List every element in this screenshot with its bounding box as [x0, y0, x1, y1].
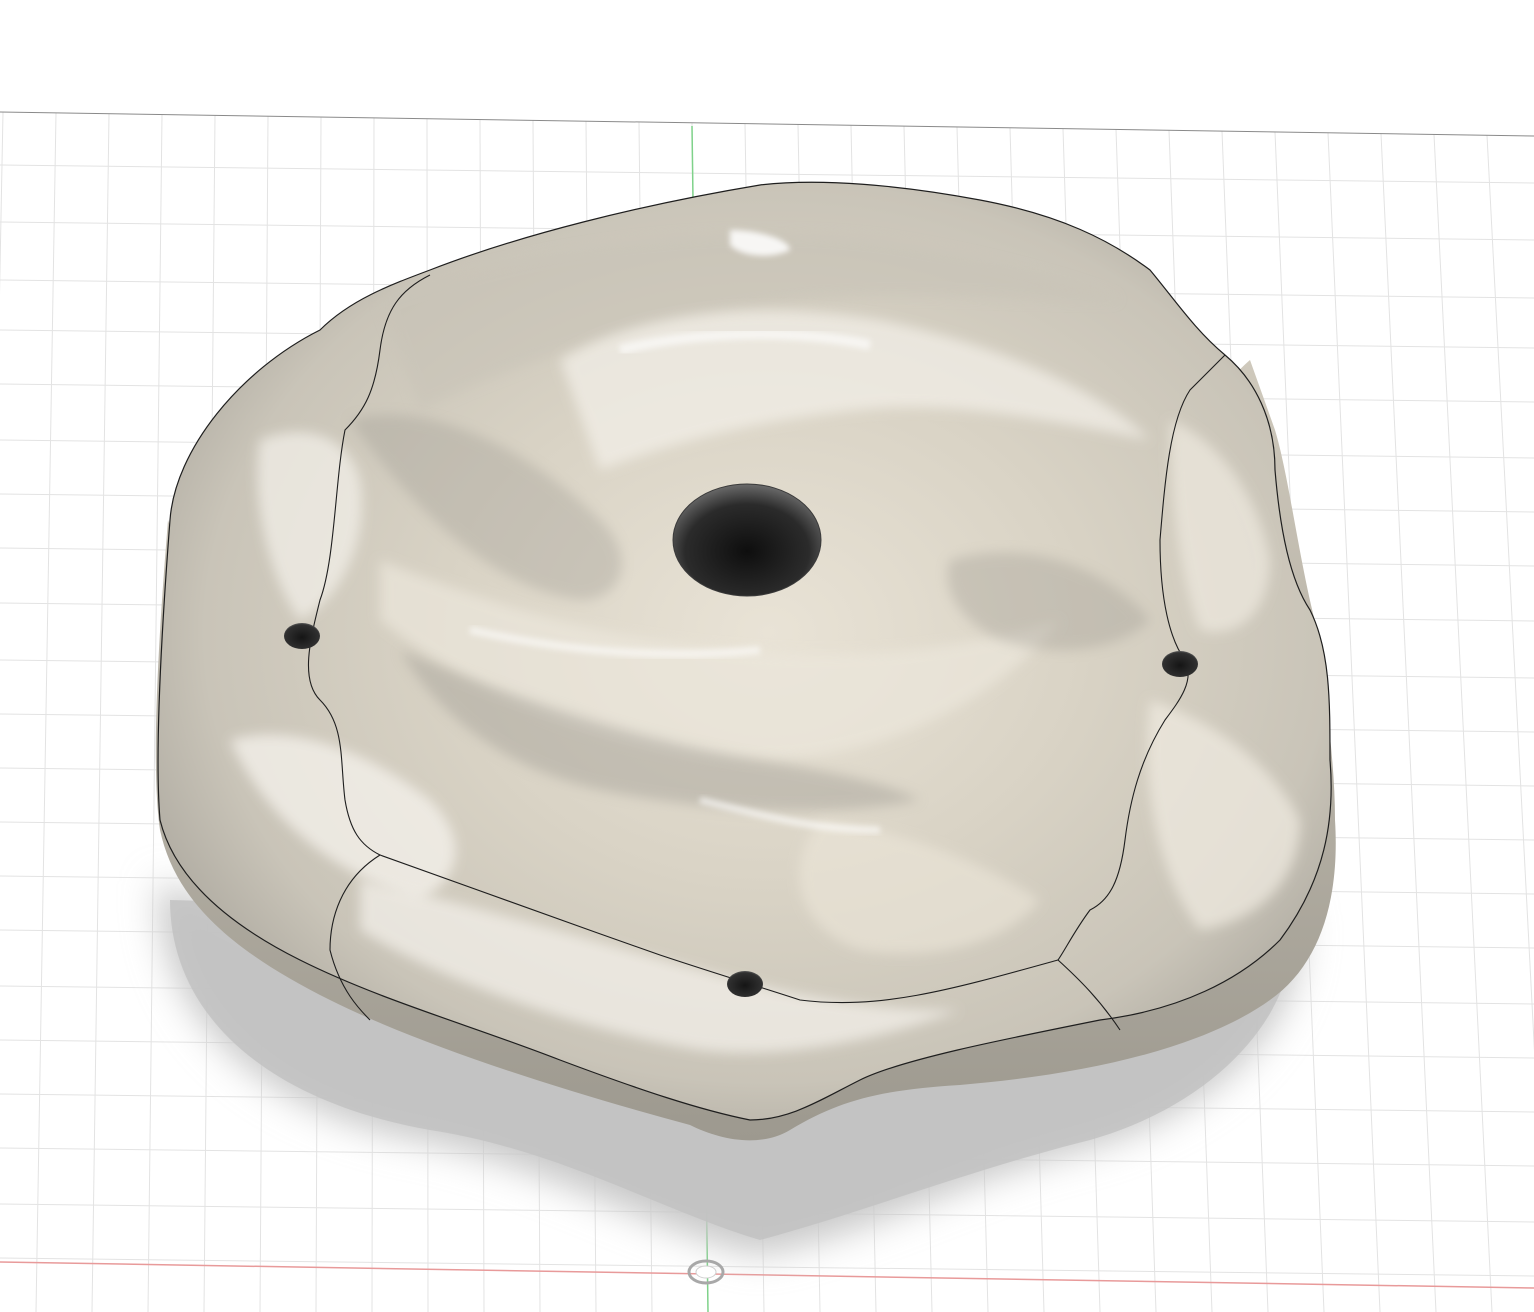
center-hole[interactable]: [672, 483, 822, 597]
grid-line-horizontal: [0, 164, 1534, 184]
left-mount-hole[interactable]: [284, 623, 320, 649]
grid-line-vertical: [35, 112, 57, 1312]
right-mount-hole[interactable]: [1162, 651, 1198, 677]
grid-line-vertical: [0, 112, 4, 295]
x-axis-line: [0, 1261, 1534, 1289]
3d-scene[interactable]: [0, 0, 1534, 1312]
bottom-mount-hole[interactable]: [727, 971, 763, 997]
horizon-line: [0, 111, 1534, 137]
grid-line-vertical: [1327, 132, 1381, 1312]
grid-line-vertical: [1433, 134, 1493, 1312]
origin-ring-icon[interactable]: [687, 1259, 725, 1285]
grid-line-vertical: [1380, 133, 1437, 1312]
canvas-viewport[interactable]: [0, 0, 1534, 1312]
grid-line-vertical: [1486, 135, 1534, 1052]
grid-line-vertical: [91, 113, 110, 1312]
grid-line-horizontal: [0, 1257, 1534, 1277]
freeform-model[interactable]: [155, 181, 1336, 1141]
